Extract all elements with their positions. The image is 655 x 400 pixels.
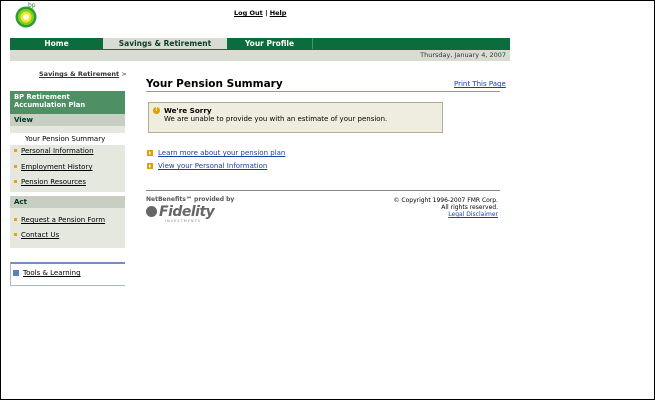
copyright-block: © Copyright 1996-2007 FMR Corp. All righ… bbox=[394, 197, 499, 218]
sidebar-link-employment-history[interactable]: Employment History bbox=[21, 163, 93, 171]
tools-learning-link[interactable]: Tools & Learning bbox=[23, 269, 81, 277]
sidebar-item-contact-us[interactable]: Contact Us bbox=[10, 231, 59, 239]
sidebar-section-view: View bbox=[10, 114, 125, 126]
learn-more-pension-link[interactable]: Learn more about your pension plan bbox=[158, 149, 285, 157]
error-alert: ! We're Sorry We are unable to provide y… bbox=[148, 102, 443, 133]
tab-savings-retirement[interactable]: Savings & Retirement bbox=[103, 38, 227, 49]
date-bar: Thursday, January 4, 2007 bbox=[10, 49, 510, 61]
breadcrumb-savings-link[interactable]: Savings & Retirement bbox=[39, 70, 119, 78]
main-nav: Home Savings & Retirement Your Profile bbox=[10, 38, 510, 49]
copyright-line2: All rights reserved. bbox=[441, 204, 498, 211]
sidebar-item-pension-resources[interactable]: Pension Resources bbox=[10, 178, 86, 186]
bullet-icon bbox=[14, 233, 17, 236]
breadcrumb-separator: > bbox=[121, 70, 127, 78]
page-title: Your Pension Summary bbox=[146, 78, 283, 90]
link-personal-info-row[interactable]: View your Personal Information bbox=[147, 162, 267, 170]
sidebar-item-pension-summary[interactable]: Your Pension Summary bbox=[10, 133, 125, 145]
sidebar-item-employment-history[interactable]: Employment History bbox=[10, 163, 93, 171]
copyright-line1: © Copyright 1996-2007 FMR Corp. bbox=[393, 197, 499, 204]
sidebar-item-personal-information[interactable]: Personal Information bbox=[10, 147, 94, 155]
plan-title-line2: Accumulation Plan bbox=[14, 101, 86, 109]
bullet-icon bbox=[14, 180, 17, 183]
page-frame: bp Log Out | Help Home Savings & Retirem… bbox=[0, 0, 655, 400]
print-page-link[interactable]: Print This Page bbox=[454, 80, 506, 88]
footer-divider bbox=[146, 190, 500, 191]
plan-title: BP Retirement Accumulation Plan bbox=[10, 91, 125, 114]
netbenefits-label: NetBenefits℠ provided by bbox=[146, 196, 235, 203]
bullet-icon bbox=[14, 149, 17, 152]
view-personal-info-link[interactable]: View your Personal Information bbox=[158, 162, 267, 170]
bp-helios-logo-icon[interactable] bbox=[15, 6, 37, 28]
alert-title: We're Sorry bbox=[164, 106, 212, 115]
tab-home[interactable]: Home bbox=[10, 38, 103, 49]
sidebar-link-contact-us[interactable]: Contact Us bbox=[21, 231, 59, 239]
breadcrumb: Savings & Retirement > bbox=[39, 70, 127, 78]
fidelity-logo: Fidelity bbox=[146, 204, 215, 220]
arrow-bullet-icon bbox=[147, 150, 153, 156]
alert-message: We are unable to provide you with an est… bbox=[164, 115, 388, 123]
link-learn-more-row[interactable]: Learn more about your pension plan bbox=[147, 149, 285, 157]
fidelity-mark-icon bbox=[146, 206, 157, 217]
top-links: Log Out | Help bbox=[234, 9, 286, 17]
tools-learning-item[interactable]: Tools & Learning bbox=[13, 269, 81, 277]
bullet-icon bbox=[14, 218, 17, 221]
arrow-bullet-icon bbox=[147, 163, 153, 169]
sidebar-link-request-form[interactable]: Request a Pension Form bbox=[21, 216, 105, 224]
sidebar-link-personal-information[interactable]: Personal Information bbox=[21, 147, 94, 155]
current-date: Thursday, January 4, 2007 bbox=[420, 51, 506, 59]
fidelity-subtitle: INVESTMENTS bbox=[165, 219, 201, 223]
logout-link[interactable]: Log Out bbox=[234, 9, 263, 17]
legal-disclaimer-link[interactable]: Legal Disclaimer bbox=[448, 211, 498, 218]
plan-title-line1: BP Retirement bbox=[14, 93, 70, 101]
sidebar-item-request-form[interactable]: Request a Pension Form bbox=[10, 216, 105, 224]
sidebar-section-act: Act bbox=[10, 196, 125, 208]
tools-learning-box: Tools & Learning bbox=[10, 262, 125, 286]
sidebar-view-panel: Your Pension Summary Personal Informatio… bbox=[10, 126, 125, 192]
warning-icon: ! bbox=[153, 107, 160, 114]
bullet-icon bbox=[14, 165, 17, 168]
sidebar-link-pension-resources[interactable]: Pension Resources bbox=[21, 178, 86, 186]
title-divider bbox=[146, 91, 500, 92]
logo-text: bp bbox=[28, 2, 36, 9]
fidelity-brand: Fidelity bbox=[159, 204, 215, 220]
tab-your-profile[interactable]: Your Profile bbox=[227, 38, 313, 49]
top-links-separator: | bbox=[265, 9, 268, 17]
help-link[interactable]: Help bbox=[270, 9, 287, 17]
sidebar-act-panel: Request a Pension Form Contact Us bbox=[10, 208, 125, 248]
square-bullet-icon bbox=[13, 270, 19, 276]
